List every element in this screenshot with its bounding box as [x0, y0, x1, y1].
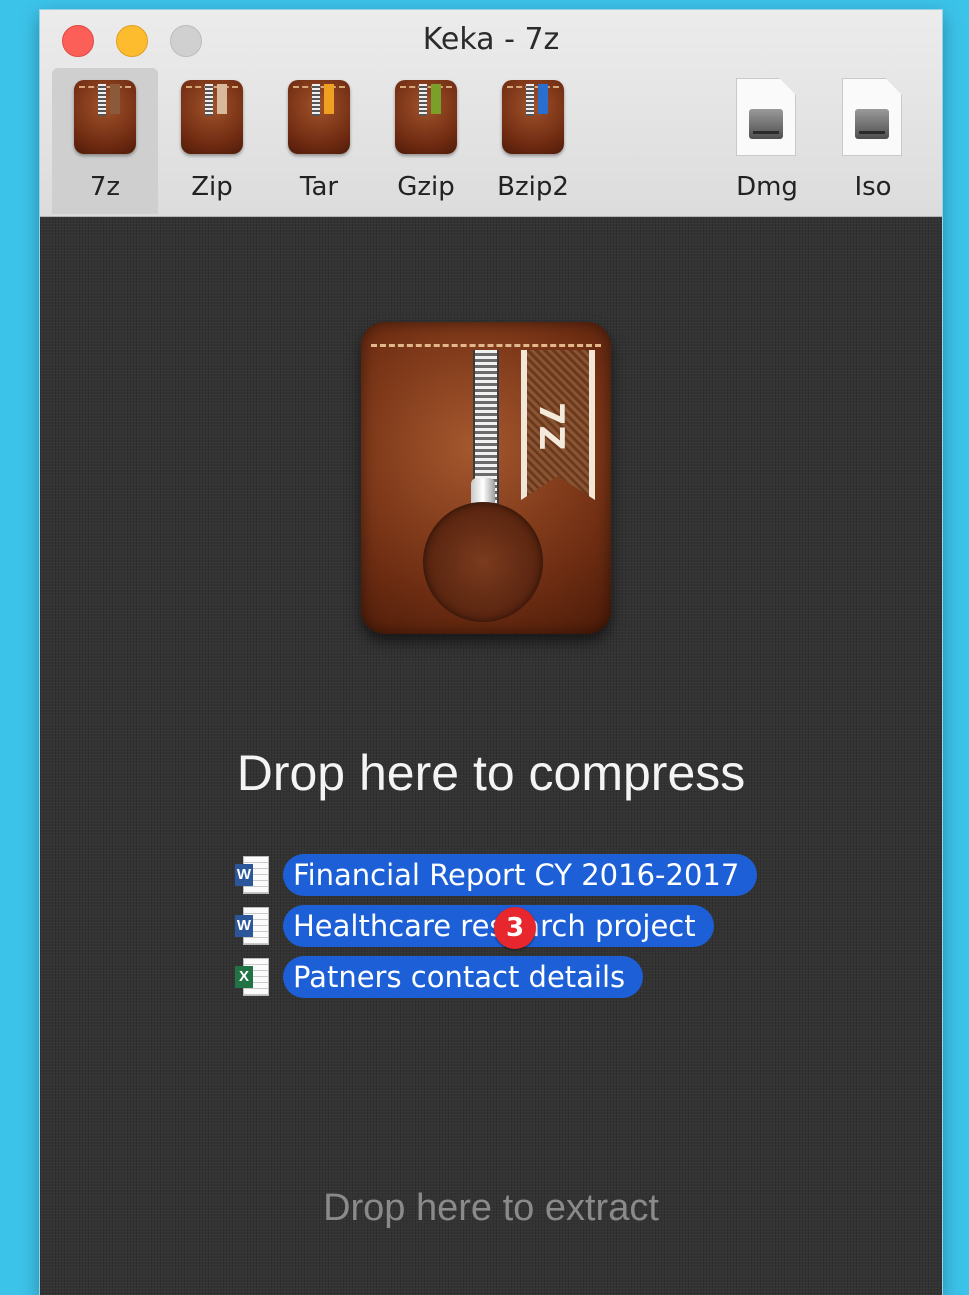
format-tab-label: 7z [89, 172, 121, 202]
word-document-icon: W [235, 907, 269, 947]
disk-image-icon [736, 78, 796, 156]
format-tab-zip[interactable]: Zip [159, 68, 265, 214]
format-tab-label: Zip [191, 172, 233, 202]
archive-gzip-icon [395, 80, 457, 154]
format-tab-label: Dmg [736, 172, 798, 202]
archive-7z-icon [74, 80, 136, 154]
format-tab-bzip2[interactable]: Bzip2 [480, 68, 586, 214]
excel-spreadsheet-icon: X [235, 958, 269, 998]
drag-count-badge: 3 [494, 907, 536, 949]
format-tab-label: Bzip2 [497, 172, 569, 202]
drop-compress-label: Drop here to compress [236, 745, 746, 801]
format-tab-label: Tar [299, 172, 339, 202]
archive-zip-icon [181, 80, 243, 154]
word-document-icon: W [235, 856, 269, 896]
drop-extract-label: Drop here to extract [323, 1187, 659, 1229]
archive-bzip2-icon [502, 80, 564, 154]
keka-window: Keka - 7z 7z Zip Tar Gzip Bzip2 Dmg Iso … [40, 10, 942, 1295]
window-title: Keka - 7z [422, 22, 560, 57]
dragged-file-name: Patners contact details [283, 956, 644, 998]
format-tab-label: Iso [854, 172, 892, 202]
format-tab-tar[interactable]: Tar [266, 68, 372, 214]
disk-image-icon [842, 78, 902, 156]
format-tab-iso[interactable]: Iso [820, 68, 926, 214]
keka-7z-archive-icon: 7Z [361, 322, 611, 634]
dragged-file-name: Financial Report CY 2016-2017 [283, 854, 758, 896]
format-tab-label: Gzip [397, 172, 455, 202]
format-tab-gzip[interactable]: Gzip [373, 68, 479, 214]
format-tab-dmg[interactable]: Dmg [714, 68, 820, 214]
title-bar: Keka - 7z 7z Zip Tar Gzip Bzip2 Dmg Iso [40, 10, 942, 217]
ribbon-label: 7Z [531, 402, 571, 451]
archive-tar-icon [288, 80, 350, 154]
format-tab-7z[interactable]: 7z [52, 68, 158, 214]
shell-emblem-icon [423, 502, 543, 622]
drop-zone[interactable]: 7Z Drop here to compress W Financial Rep… [40, 217, 942, 1295]
